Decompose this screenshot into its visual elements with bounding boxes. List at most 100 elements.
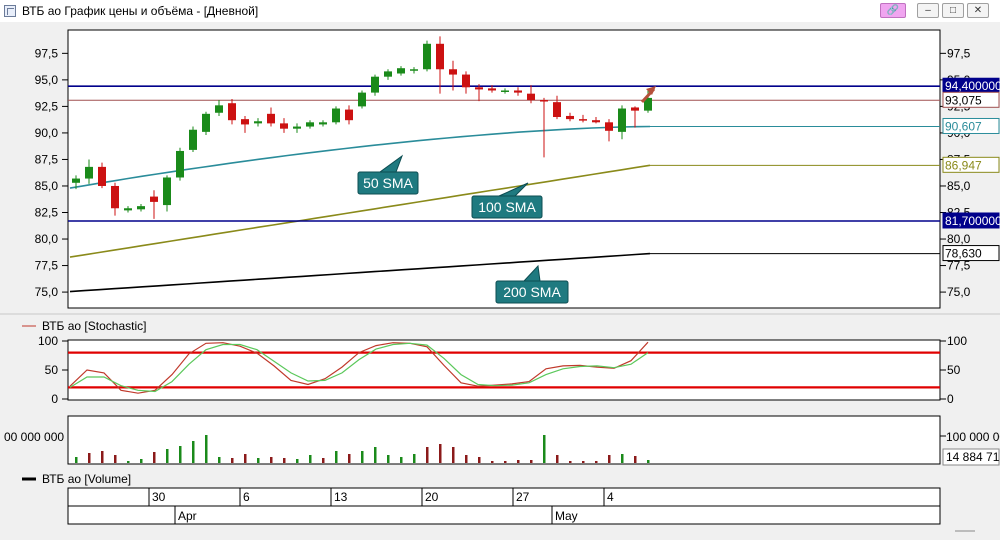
price-pane (67, 29, 941, 309)
volume-bar (88, 453, 91, 463)
price-tick-left: 77,5 (35, 259, 59, 273)
candle-down (488, 88, 496, 91)
volume-bar (192, 441, 195, 463)
candle-down (449, 69, 457, 75)
candle-down (631, 107, 639, 111)
date-label: 20 (425, 490, 439, 504)
volume-bar (218, 457, 221, 463)
volume-bar (101, 451, 104, 463)
stochastic-tick-left: 100 (38, 334, 58, 348)
price-tick-right: 75,0 (947, 285, 971, 299)
price-tick-left: 95,0 (35, 73, 59, 87)
sma50-callout-text: 50 SMA (363, 175, 413, 191)
volume-bar (647, 460, 650, 463)
volume-bar (283, 458, 286, 463)
price-tick-left: 75,0 (35, 285, 59, 299)
price-tick-left: 80,0 (35, 232, 59, 246)
candle-up (618, 108, 626, 132)
volume-bar (374, 447, 377, 463)
volume-bar (387, 455, 390, 463)
volume-bar (361, 451, 364, 463)
volume-last-value: 14 884 71 (946, 450, 1000, 464)
volume-bar (452, 447, 455, 463)
candle-up (332, 108, 340, 123)
volume-bar (426, 447, 429, 463)
volume-title: ВТБ ао [Volume] (42, 472, 131, 486)
candle-up (319, 122, 327, 125)
link-button[interactable]: 🔗 (880, 3, 906, 18)
volume-bar (621, 454, 624, 463)
minimize-button[interactable]: – (917, 3, 939, 18)
price-tick-left: 85,0 (35, 179, 59, 193)
volume-bar (166, 449, 169, 463)
price-tick-left: 92,5 (35, 99, 59, 113)
candle-up (85, 166, 93, 179)
volume-bar (543, 435, 546, 463)
title-bar: ВТБ ао График цены и объёма - [Дневной] … (0, 0, 1000, 23)
volume-left-tick: 00 000 000 (4, 430, 64, 444)
close-button[interactable]: ✕ (967, 3, 989, 18)
candle-down (267, 113, 275, 124)
volume-bar (478, 457, 481, 463)
candle-up (163, 177, 171, 206)
candle-up (501, 90, 509, 92)
volume-bar (400, 457, 403, 463)
maximize-icon: □ (949, 5, 957, 16)
window-title: ВТБ ао График цены и объёма - [Дневной] (22, 4, 259, 18)
minimize-icon: – (925, 5, 931, 16)
maximize-button[interactable]: □ (942, 3, 964, 18)
candle-down (566, 115, 574, 120)
price-tick-right: 80,0 (947, 232, 971, 246)
link-icon: 🔗 (886, 5, 900, 16)
candle-up (410, 69, 418, 71)
volume-bar (439, 444, 442, 463)
candle-up (371, 76, 379, 93)
volume-bar (270, 457, 273, 463)
candle-down (605, 122, 613, 131)
candle-up (254, 121, 262, 124)
volume-bar (244, 454, 247, 463)
date-label: 6 (243, 490, 250, 504)
candle-down (150, 196, 158, 202)
candle-up (137, 206, 145, 210)
level-value-label: 94,400000 (945, 79, 1000, 93)
chart-app-icon (4, 5, 16, 17)
candle-up (176, 150, 184, 178)
candle-down (228, 103, 236, 121)
volume-bar (127, 461, 130, 463)
sma100-value-label: 86,947 (945, 158, 982, 172)
volume-bar (179, 446, 182, 463)
chart-area[interactable]: 75,075,077,577,580,080,082,582,585,085,0… (0, 22, 1000, 540)
stochastic-tick-left: 50 (45, 363, 59, 377)
candle-down (527, 93, 535, 101)
stochastic-tick-right: 50 (947, 363, 961, 377)
month-label: May (555, 509, 578, 523)
candle-up (293, 126, 301, 129)
volume-pane (67, 415, 941, 465)
volume-bar (413, 454, 416, 463)
price-tick-left: 90,0 (35, 126, 59, 140)
volume-bar (582, 461, 585, 463)
price-tick-right: 97,5 (947, 46, 971, 60)
candle-up (397, 68, 405, 74)
volume-bar (153, 452, 156, 463)
candle-up (124, 208, 132, 211)
volume-bar (556, 455, 559, 463)
candle-up (358, 92, 366, 107)
candle-up (384, 71, 392, 77)
date-label: 30 (152, 490, 166, 504)
candle-down (345, 109, 353, 121)
stochastic-title: ВТБ ао [Stochastic] (42, 319, 146, 333)
volume-bar (348, 454, 351, 463)
stochastic-pane (67, 339, 941, 401)
volume-bar (608, 455, 611, 463)
candle-down (475, 87, 483, 90)
stochastic-tick-right: 0 (947, 392, 954, 406)
candle-down (436, 43, 444, 70)
volume-bar (517, 460, 520, 463)
candle-down (579, 119, 587, 121)
volume-bar (530, 460, 533, 463)
volume-bar (75, 457, 78, 463)
volume-bar (140, 459, 143, 463)
candle-down (592, 120, 600, 123)
